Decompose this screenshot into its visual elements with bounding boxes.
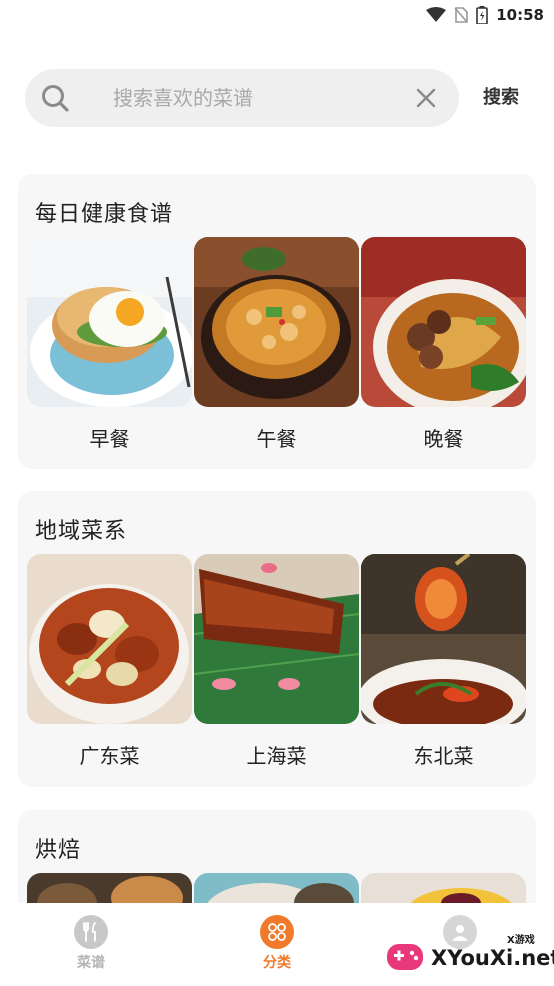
nav-recipes[interactable]: 菜谱	[51, 915, 131, 972]
gamepad-logo-icon	[387, 944, 423, 970]
search-box[interactable]	[25, 69, 459, 127]
status-bar: 10:58	[0, 0, 554, 30]
category-label: 东北菜	[413, 744, 474, 768]
category-label: 晚餐	[423, 427, 464, 451]
grid-icon	[260, 915, 294, 949]
category-grid: 广东菜 上海菜 东北菜	[27, 554, 527, 769]
search-icon	[42, 85, 69, 112]
category-grid: 早餐 午餐 晚餐	[27, 237, 527, 452]
cantonese-image	[27, 554, 192, 724]
breakfast-image	[27, 237, 192, 407]
section-regional-cuisine: 地域菜系 广东菜 上海菜 东北菜	[18, 491, 536, 787]
shanghai-image	[194, 554, 359, 724]
category-label: 午餐	[256, 427, 297, 451]
no-sim-icon	[454, 7, 469, 23]
category-card-cantonese[interactable]: 广东菜	[27, 554, 192, 769]
nav-label: 分类	[263, 955, 291, 971]
watermark-small-text: X游戏	[507, 935, 535, 946]
section-daily-recipes: 每日健康食谱 早餐 午餐 晚餐	[18, 174, 536, 469]
nav-label: 菜谱	[77, 955, 105, 971]
dinner-image	[361, 237, 526, 407]
watermark-text: XYouXi.net	[431, 946, 554, 970]
category-card-northeastern[interactable]: 东北菜	[361, 554, 526, 769]
search-button[interactable]: 搜索	[483, 83, 519, 109]
nav-category[interactable]: 分类	[237, 915, 317, 972]
category-card-dinner[interactable]: 晚餐	[361, 237, 526, 452]
northeastern-image	[361, 554, 526, 724]
status-time: 10:58	[496, 6, 544, 24]
search-row: 搜索	[25, 69, 535, 127]
section-title: 每日健康食谱	[35, 202, 174, 227]
watermark: XYouXi.net X游戏	[385, 928, 554, 984]
lunch-image	[194, 237, 359, 407]
cutlery-icon	[74, 915, 108, 949]
category-card-lunch[interactable]: 午餐	[194, 237, 359, 452]
section-title: 地域菜系	[35, 519, 128, 544]
category-card-shanghai[interactable]: 上海菜	[194, 554, 359, 769]
clear-icon[interactable]	[416, 88, 436, 108]
category-label: 广东菜	[79, 744, 140, 768]
wifi-icon	[426, 7, 447, 22]
category-label: 早餐	[89, 427, 130, 451]
category-label: 上海菜	[246, 744, 307, 768]
battery-icon	[476, 6, 489, 24]
section-title: 烘焙	[35, 838, 82, 863]
category-card-breakfast[interactable]: 早餐	[27, 237, 192, 452]
search-input[interactable]	[113, 69, 403, 127]
status-icons: 10:58	[426, 4, 544, 26]
